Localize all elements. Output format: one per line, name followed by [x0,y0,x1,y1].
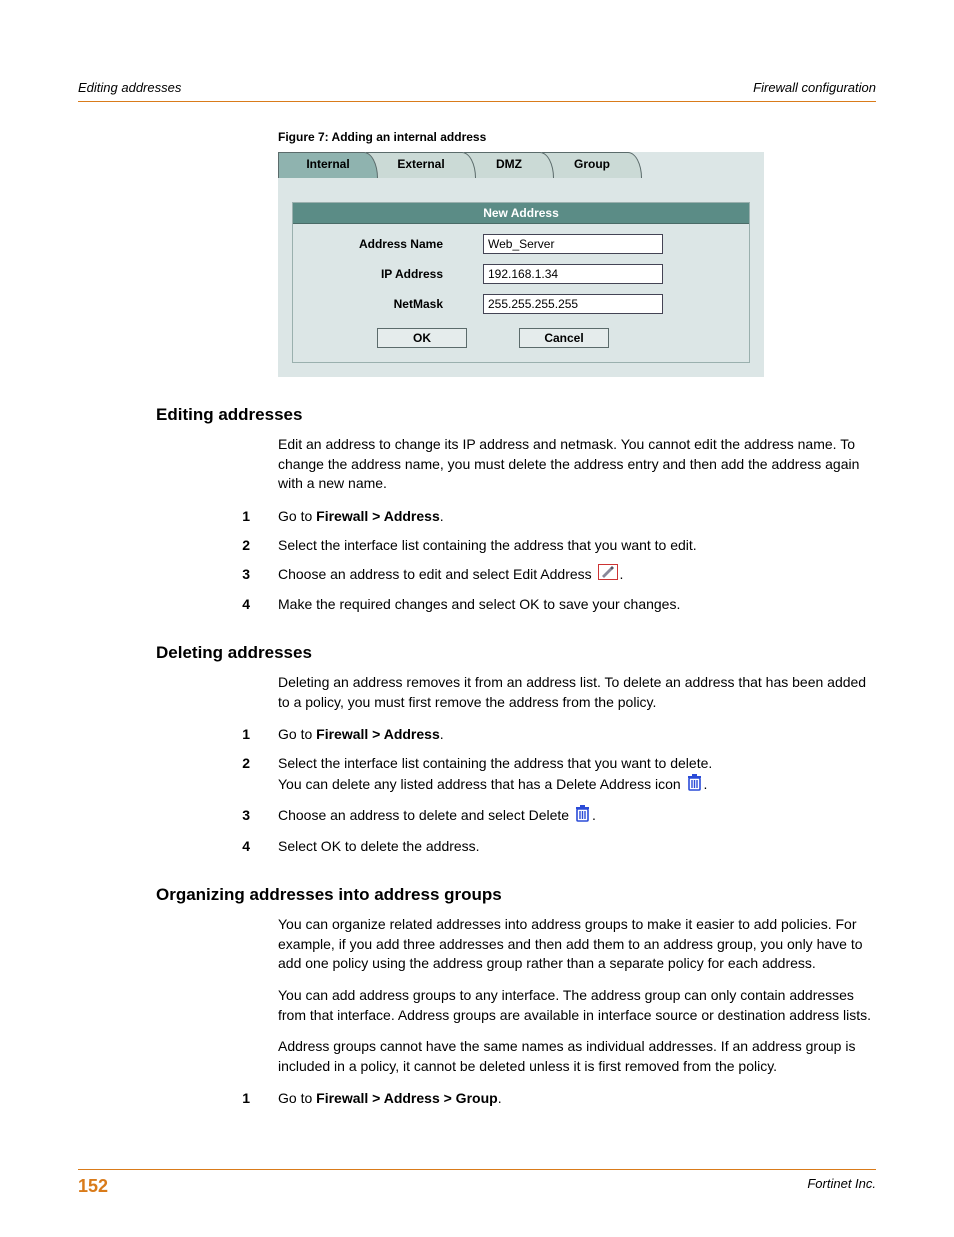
edit-address-icon [598,564,618,586]
step-text: Choose an address to delete and select D… [278,805,876,828]
ok-button[interactable]: OK [377,328,467,348]
input-address-name[interactable] [483,234,663,254]
page-number: 152 [78,1176,108,1197]
step-text: Select OK to delete the address. [278,836,876,857]
label-address-name: Address Name [313,237,483,251]
figure-screenshot: Internal External DMZ Group New Address … [278,152,764,377]
para-groups-3: Address groups cannot have the same name… [278,1037,876,1076]
step-number: 4 [78,836,278,857]
step-text: Select the interface list containing the… [278,535,876,556]
input-netmask[interactable] [483,294,663,314]
input-ip-address[interactable] [483,264,663,284]
step-number: 1 [78,1088,278,1109]
step-number: 1 [78,506,278,527]
para-edit-intro: Edit an address to change its IP address… [278,435,876,494]
label-ip-address: IP Address [313,267,483,281]
cancel-button[interactable]: Cancel [519,328,609,348]
step-number: 1 [78,724,278,745]
para-groups-2: You can add address groups to any interf… [278,986,876,1025]
label-netmask: NetMask [313,297,483,311]
delete-address-icon [687,774,702,797]
step-number: 2 [78,753,278,797]
step-text: Go to Firewall > Address. [278,506,876,527]
tab-internal[interactable]: Internal [278,152,378,178]
header-right: Firewall configuration [753,80,876,95]
figure-caption: Figure 7: Adding an internal address [278,130,876,144]
footer-company: Fortinet Inc. [807,1176,876,1197]
step-number: 4 [78,594,278,615]
para-delete-intro: Deleting an address removes it from an a… [278,673,876,712]
heading-editing-addresses: Editing addresses [156,405,876,425]
step-text: Make the required changes and select OK … [278,594,876,615]
step-text: Choose an address to edit and select Edi… [278,564,876,586]
step-text: Select the interface list containing the… [278,753,876,797]
tab-dmz[interactable]: DMZ [464,152,554,178]
tab-external[interactable]: External [366,152,476,178]
page-footer: 152 Fortinet Inc. [78,1169,876,1197]
header-left: Editing addresses [78,80,181,95]
step-number: 3 [78,564,278,586]
tab-group[interactable]: Group [542,152,642,178]
running-header: Editing addresses Firewall configuration [78,80,876,102]
tab-row: Internal External DMZ Group [278,152,764,180]
step-number: 2 [78,535,278,556]
step-text: Go to Firewall > Address. [278,724,876,745]
step-text: Go to Firewall > Address > Group. [278,1088,876,1109]
step-number: 3 [78,805,278,828]
heading-address-groups: Organizing addresses into address groups [156,885,876,905]
delete-icon [575,805,590,828]
heading-deleting-addresses: Deleting addresses [156,643,876,663]
para-groups-1: You can organize related addresses into … [278,915,876,974]
panel-title: New Address [293,203,749,224]
